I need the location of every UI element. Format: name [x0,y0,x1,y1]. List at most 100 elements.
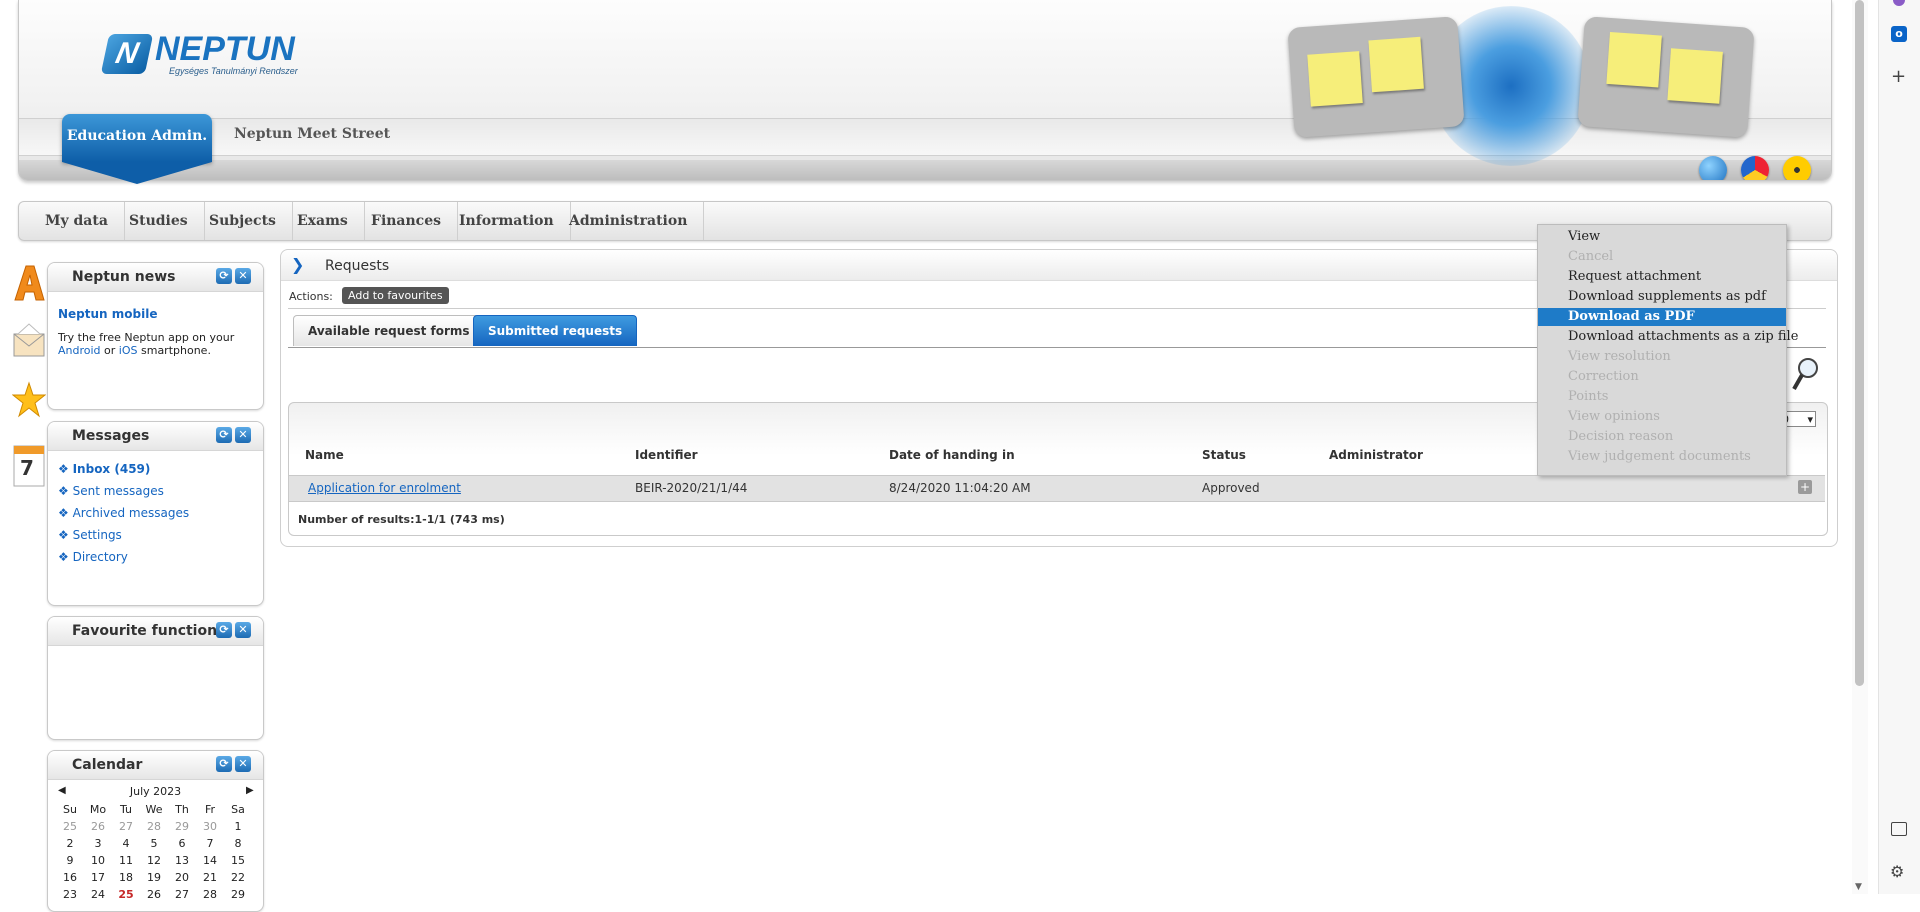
diamond-bullet-icon: ❖ [58,484,69,498]
sticky-note-laptop-icon [1667,48,1723,104]
menu-exams[interactable]: Exams [281,202,365,240]
refresh-icon[interactable]: ⟳ [216,268,232,284]
messages-list: ❖ Inbox (459) ❖ Sent messages ❖ Archived… [58,458,189,568]
calendar-week-row: 2345678 [66,837,242,850]
ctx-view[interactable]: View [1538,228,1786,246]
ios-link[interactable]: iOS [119,344,138,357]
sidebar-toggle-icon[interactable] [1891,822,1907,836]
menu-information[interactable]: Information [443,202,571,240]
menu-administration[interactable]: Administration [553,202,705,240]
close-icon[interactable]: ✕ [235,427,251,443]
add-to-favourites-button[interactable]: Add to favourites [342,287,449,304]
menu-subjects[interactable]: Subjects [193,202,293,240]
diamond-bullet-icon: ❖ [58,506,69,520]
calendar-grid: Su Mo Tu We Th Fr Sa 25 26 27 28 29 30 1 2345678 9 10… [56,801,252,903]
news-box-title: Neptun news [72,269,176,285]
message-item-sent[interactable]: ❖ Sent messages [58,480,189,502]
table-row[interactable] [289,475,1825,502]
close-icon[interactable]: ✕ [235,268,251,284]
ctx-decision-reason: Decision reason [1568,429,1674,444]
refresh-icon[interactable]: ⟳ [216,756,232,772]
ctx-download-attachments-zip[interactable]: Download attachments as a zip file [1538,328,1798,346]
calendar-box-title: Calendar [72,757,143,773]
calendar-week-row: 25 26 27 28 29 30 1 [63,820,242,833]
row-expand-icon[interactable]: + [1798,480,1812,494]
news-text: Try the free Neptun app on your Android … [58,331,235,357]
color-theme-icon[interactable] [1741,156,1769,180]
envelope-icon[interactable] [12,322,46,362]
calendar-icon-day: 7 [20,456,34,480]
col-header-status[interactable]: Status [1202,448,1246,462]
sticky-note-icon [1307,51,1363,107]
refresh-icon[interactable]: ⟳ [216,622,232,638]
messages-box-header: Messages ⟳ ✕ [48,422,263,451]
page-title: Requests [325,258,390,274]
star-icon[interactable] [11,380,47,420]
results-count: Number of results:1-1/1 (743 ms) [298,513,505,526]
ctx-correction: Correction [1568,369,1639,384]
request-name-link[interactable]: Application for enrolment [308,481,461,495]
add-icon[interactable]: + [1891,66,1906,87]
calendar-next-icon[interactable]: ▶ [246,785,254,796]
calendar-icon[interactable]: 7 [12,444,46,487]
favourites-box-title: Favourite functions [72,623,226,639]
ctx-download-as-pdf[interactable]: Download as PDF [1538,308,1786,326]
tab-neptun-meet-street[interactable]: Neptun Meet Street [234,126,390,142]
letter-a-icon[interactable] [12,262,46,302]
ctx-request-attachment[interactable]: Request attachment [1538,268,1786,286]
tab-available-request-forms[interactable]: Available request forms [293,315,485,346]
diamond-bullet-icon: ❖ [58,462,69,476]
neptun-logo[interactable]: N NEPTUN Egységes Tanulmányi Rendszer [100,30,325,80]
scroll-down-icon[interactable]: ▼ [1855,882,1862,892]
calendar-week-row: 23 24 25 26 27 28 29 [63,886,245,903]
accessibility-icon[interactable] [1783,156,1811,180]
message-item-directory[interactable]: ❖ Directory [58,546,189,568]
close-icon[interactable]: ✕ [235,756,251,772]
extension-icon[interactable] [1893,0,1905,6]
diamond-bullet-icon: ❖ [58,528,69,542]
header-artwork [1251,0,1771,180]
ctx-points: Points [1568,389,1609,404]
message-item-inbox[interactable]: ❖ Inbox (459) [58,458,189,480]
sticky-note-globe-icon [1368,36,1424,93]
android-link[interactable]: Android [58,344,101,357]
col-header-date[interactable]: Date of handing in [889,448,1015,462]
board-right [1577,16,1755,138]
row-context-menu: View Cancel Request attachment Download … [1537,224,1798,476]
gear-icon[interactable]: ⚙ [1890,862,1904,881]
scrollbar-thumb[interactable] [1855,0,1864,686]
message-item-settings[interactable]: ❖ Settings [58,524,189,546]
menu-my-data[interactable]: My data [29,202,125,240]
chevron-down-icon: ▾ [1807,413,1813,426]
board-left [1287,16,1465,138]
news-heading[interactable]: Neptun mobile [58,307,157,321]
request-identifier: BEIR-2020/21/1/44 [635,481,748,495]
calendar-week-row: 16 17 18 19 20 21 22 [63,871,245,884]
calendar-box: Calendar ⟳ ✕ ◀ July 2023 ▶ Su Mo Tu We Th Fr S… [47,750,264,912]
news-box-header: Neptun news ⟳ ✕ [48,263,263,292]
search-magnifier-icon[interactable] [1792,356,1820,392]
logo-mark-icon: N [100,34,154,74]
col-header-identifier[interactable]: Identifier [635,448,698,462]
ctx-download-supplements-pdf[interactable]: Download supplements as pdf [1538,288,1786,306]
close-icon[interactable]: ✕ [235,622,251,638]
calendar-today[interactable]: 25 [112,886,140,903]
tab-submitted-requests[interactable]: Submitted requests [473,315,638,346]
message-item-archived[interactable]: ❖ Archived messages [58,502,189,524]
browser-sidebar: o + ⚙ [1878,0,1920,894]
col-header-administrator[interactable]: Administrator [1329,448,1423,462]
outlook-icon[interactable]: o [1891,26,1907,42]
globe-icon[interactable] [1699,156,1727,180]
logo-subtitle: Egységes Tanulmányi Rendszer [169,66,298,76]
calendar-month: July 2023 [129,785,182,798]
menu-studies[interactable]: Studies [113,202,205,240]
refresh-icon[interactable]: ⟳ [216,427,232,443]
sticky-note-books-icon [1606,31,1662,88]
page-scrollbar[interactable]: ▼ [1852,0,1868,894]
tab-education-admin[interactable]: Education Admin. [62,114,212,184]
messages-box-title: Messages [72,428,150,444]
ctx-view-judgement-documents: View judgement documents [1568,449,1751,464]
col-header-name[interactable]: Name [305,448,344,462]
request-date: 8/24/2020 11:04:20 AM [889,481,1031,495]
news-box: Neptun news ⟳ ✕ Neptun mobile Try the fr… [47,262,264,410]
